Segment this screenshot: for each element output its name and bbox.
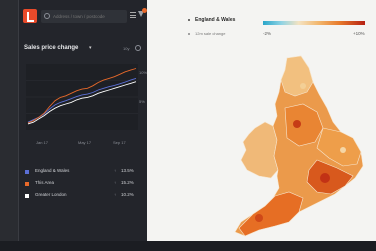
color-scale-bar bbox=[263, 21, 365, 25]
x-tick-label: Sep 17 bbox=[113, 140, 126, 145]
chevron-down-icon[interactable]: ▾ bbox=[89, 45, 92, 51]
map-view[interactable]: England & Wales 12m sale change -2% +10% bbox=[147, 0, 376, 241]
window-frame bbox=[0, 0, 18, 251]
region-wales[interactable] bbox=[240, 121, 279, 179]
region-north[interactable] bbox=[280, 55, 314, 97]
settings-icon[interactable] bbox=[135, 45, 141, 51]
legend-bullet bbox=[188, 19, 190, 21]
x-tick-label: Jan 17 bbox=[36, 140, 49, 145]
legend-value: 10.2% bbox=[121, 192, 134, 197]
y-tick-label: 5% bbox=[139, 99, 145, 104]
legend-value: 15.2% bbox=[121, 180, 134, 185]
window-frame-bottom bbox=[0, 241, 376, 251]
legend-series-name: This Area bbox=[35, 180, 55, 185]
menu-icon[interactable] bbox=[130, 12, 136, 18]
region-hotspot[interactable] bbox=[320, 173, 330, 183]
scale-min-label: -2% bbox=[263, 31, 272, 36]
top-bar bbox=[19, 6, 148, 28]
arrow-up-icon: ↑ bbox=[114, 168, 116, 173]
legend-row[interactable]: England & Wales ↑ 13.5% bbox=[19, 168, 148, 178]
legend-swatch bbox=[25, 170, 29, 174]
price-change-chart: 10% 5% Jan 17 May 17 Sep 17 bbox=[26, 64, 147, 145]
legend-swatch bbox=[25, 194, 29, 198]
region-hotspot[interactable] bbox=[293, 120, 301, 128]
search-icon bbox=[44, 13, 50, 19]
map-legend: England & Wales 12m sale change -2% +10% bbox=[183, 15, 368, 45]
search-box[interactable] bbox=[41, 10, 127, 23]
x-tick-label: May 17 bbox=[78, 140, 92, 145]
legend-row[interactable]: This Area ↑ 15.2% bbox=[19, 180, 148, 190]
legend-value: 13.5% bbox=[121, 168, 134, 173]
map-legend-subtitle: 12m sale change bbox=[195, 31, 226, 36]
region-hotspot[interactable] bbox=[300, 83, 306, 89]
region-hotspot[interactable] bbox=[340, 147, 346, 153]
legend-row[interactable]: Greater London ↑ 10.2% bbox=[19, 192, 148, 202]
map-legend-title: England & Wales bbox=[195, 17, 236, 23]
legend-series-name: Greater London bbox=[35, 192, 67, 197]
legend-swatch bbox=[25, 182, 29, 186]
region-south-west[interactable] bbox=[238, 191, 304, 237]
arrow-up-icon: ↑ bbox=[114, 192, 116, 197]
panel-title: Sales price change bbox=[24, 45, 79, 51]
sidebar-panel: Sales price change ▾ 10y 10% 5% Jan 17 M… bbox=[18, 0, 147, 241]
arrow-up-icon: ↑ bbox=[114, 180, 116, 185]
scale-max-label: +10% bbox=[353, 31, 365, 36]
time-range-selector[interactable]: 10y bbox=[123, 46, 129, 51]
region-hotspot[interactable] bbox=[255, 214, 263, 222]
search-input[interactable] bbox=[53, 10, 125, 23]
legend-series-name: England & Wales bbox=[35, 168, 70, 173]
app-logo[interactable] bbox=[23, 9, 37, 23]
legend-bullet bbox=[188, 33, 190, 35]
